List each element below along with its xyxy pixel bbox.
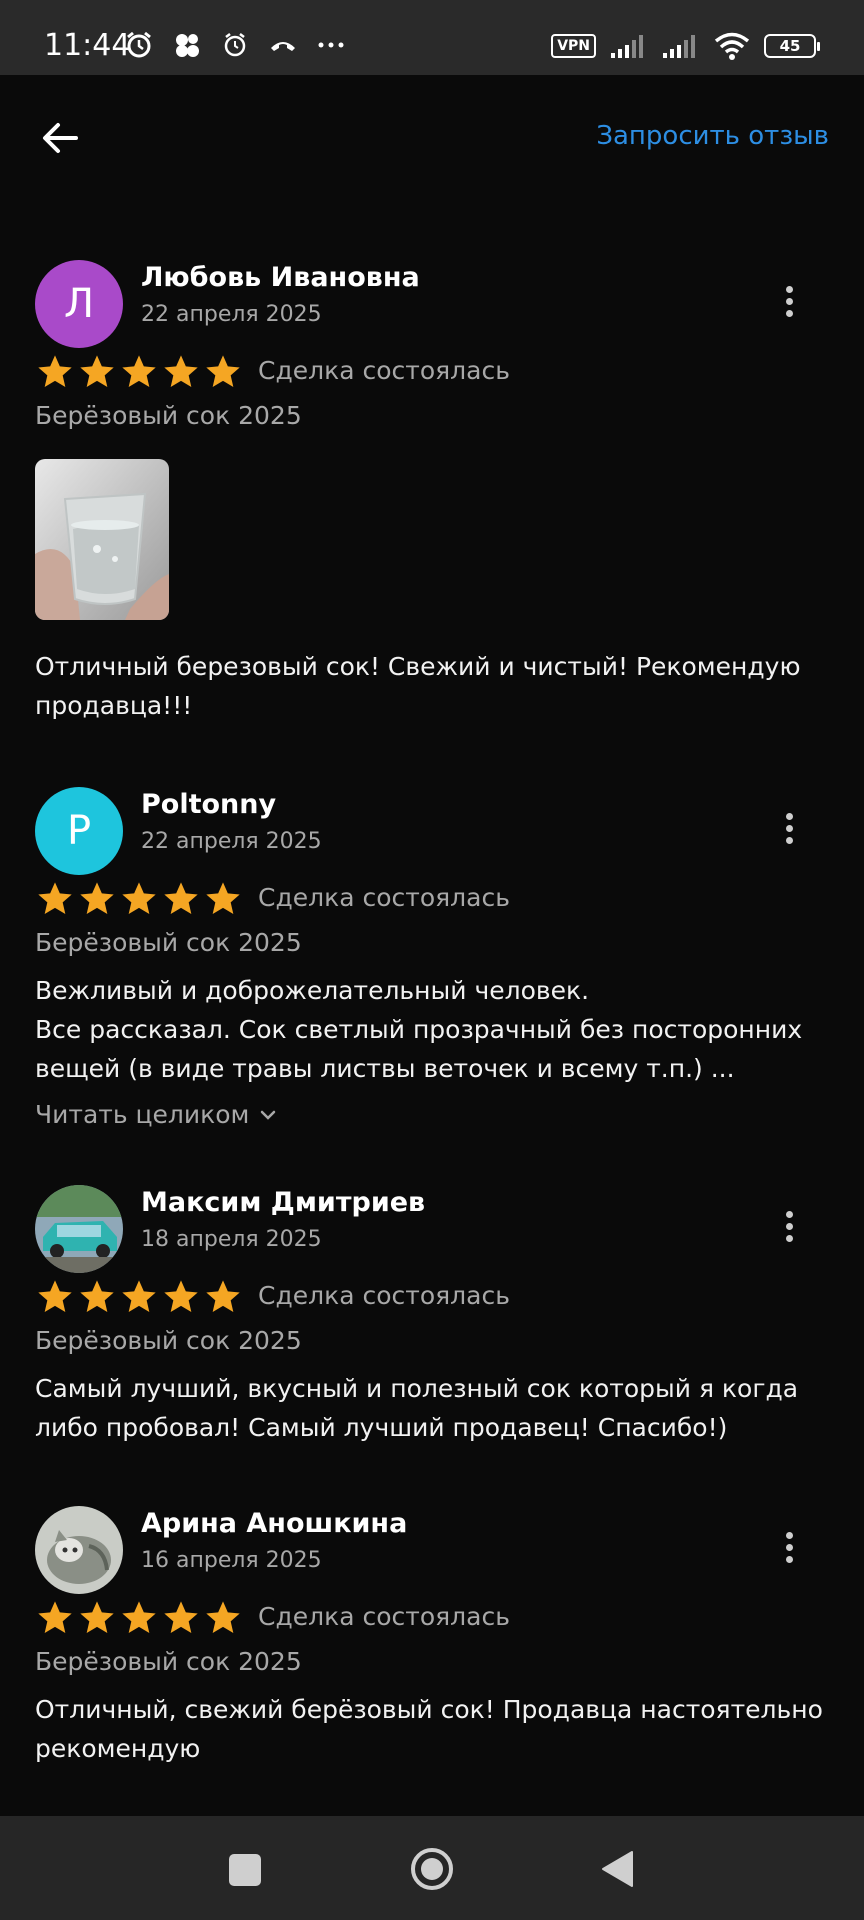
star-icon [80,882,114,914]
status-system: VPN 45 [551,32,820,60]
avatar[interactable]: P [35,787,123,875]
alarm-icon [127,31,151,58]
star-icon [122,355,156,387]
more-options-icon[interactable] [776,286,802,322]
deal-status: Сделка состоялась [258,883,510,912]
missed-call-icon [271,42,295,51]
star-icon [206,1601,240,1633]
star-icon [206,882,240,914]
review-text: Отличный березовый сок! Свежий и чистый!… [35,652,801,720]
author-name[interactable]: Любовь Ивановна [141,262,420,293]
app-icon [176,34,199,57]
star-icon [38,882,72,914]
star-icon [122,1280,156,1312]
product-name[interactable]: Берёзовый сок 2025 [35,401,302,430]
star-icon [164,355,198,387]
clock-icon [224,33,246,57]
rating-stars [35,352,243,392]
signal-icon [663,35,695,58]
more-options-icon[interactable] [776,813,802,849]
author-name[interactable]: Poltonny [141,789,276,820]
product-name[interactable]: Берёзовый сок 2025 [35,1326,302,1355]
recents-square-icon[interactable] [229,1854,261,1886]
review-date: 22 апреля 2025 [141,829,322,854]
signal-icon [611,35,643,58]
more-dots-icon [318,42,344,48]
review-photo[interactable] [35,459,169,620]
review-text: Отличный, свежий берёзовый сок! Продавца… [35,1695,823,1763]
review-date: 16 апреля 2025 [141,1548,322,1573]
system-nav-bar [0,1816,864,1920]
status-notifications [124,30,346,60]
battery-icon: 45 [764,34,820,58]
star-icon [80,1280,114,1312]
back-triangle-icon[interactable] [600,1850,634,1888]
arrow-left-icon[interactable] [36,113,86,163]
review-date: 18 апреля 2025 [141,1227,322,1252]
review-text: Самый лучший, вкусный и полезный сок кот… [35,1374,799,1442]
star-icon [38,355,72,387]
status-time: 11:44 [44,28,131,63]
review-date: 22 апреля 2025 [141,302,322,327]
author-name[interactable]: Арина Аношкина [141,1508,407,1539]
review-text: Вежливый и доброжелательный человек. Все… [35,976,803,1083]
star-icon [80,355,114,387]
star-icon [164,882,198,914]
read-more-button[interactable]: Читать целиком [35,1100,279,1129]
star-icon [164,1601,198,1633]
star-icon [206,355,240,387]
home-circle-icon[interactable] [409,1846,455,1892]
star-icon [80,1601,114,1633]
top-bar: Запросить отзыв [0,75,864,195]
rating-stars [35,879,243,919]
author-name[interactable]: Максим Дмитриев [141,1187,425,1218]
product-name[interactable]: Берёзовый сок 2025 [35,928,302,957]
star-icon [122,882,156,914]
deal-status: Сделка состоялась [258,1602,510,1631]
rating-stars [35,1598,243,1638]
star-icon [38,1601,72,1633]
vpn-badge: VPN [551,34,596,58]
rating-stars [35,1277,243,1317]
star-icon [206,1280,240,1312]
read-more-label: Читать целиком [35,1100,250,1129]
request-review-button[interactable]: Запросить отзыв [596,121,829,151]
star-icon [38,1280,72,1312]
deal-status: Сделка состоялась [258,1281,510,1310]
star-icon [122,1601,156,1633]
wifi-icon [714,32,750,60]
more-options-icon[interactable] [776,1532,802,1568]
product-name[interactable]: Берёзовый сок 2025 [35,1647,302,1676]
deal-status: Сделка состоялась [258,356,510,385]
avatar[interactable] [35,1506,123,1594]
star-icon [164,1280,198,1312]
chevron-down-icon [261,1110,276,1120]
avatar[interactable] [35,1185,123,1273]
more-options-icon[interactable] [776,1211,802,1247]
avatar[interactable]: Л [35,260,123,348]
status-bar: 11:44 VPN 45 [0,0,864,75]
